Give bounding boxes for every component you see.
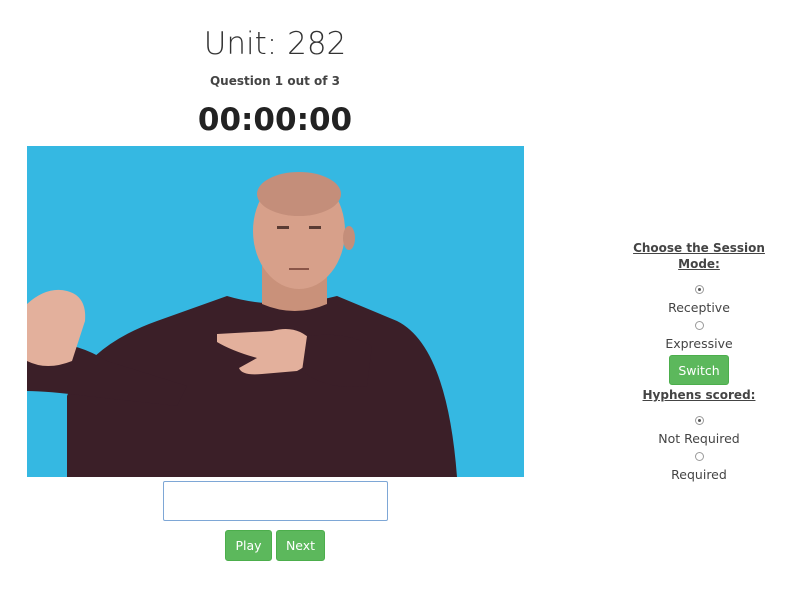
required-label: Required — [671, 467, 727, 482]
settings-panel: Choose the Session Mode: Receptive Expre… — [618, 240, 780, 483]
not-required-label: Not Required — [658, 431, 740, 446]
play-button[interactable]: Play — [225, 530, 272, 561]
sign-language-video[interactable] — [27, 146, 524, 477]
unit-title: Unit: 282 — [203, 26, 347, 62]
session-mode-heading: Choose the Session Mode: — [633, 241, 765, 271]
video-frame — [27, 146, 524, 477]
not-required-radio[interactable] — [694, 416, 704, 425]
expressive-radio[interactable] — [694, 321, 704, 330]
answer-input[interactable] — [163, 481, 388, 521]
question-progress: Question 1 out of 3 — [209, 74, 341, 88]
receptive-label: Receptive — [668, 300, 730, 315]
required-radio[interactable] — [694, 452, 704, 461]
hyphens-heading: Hyphens scored: — [642, 388, 756, 402]
receptive-radio[interactable] — [694, 285, 704, 294]
next-button[interactable]: Next — [276, 530, 325, 561]
timer: 00:00:00 — [197, 102, 353, 138]
switch-button[interactable]: Switch — [669, 355, 729, 385]
expressive-label: Expressive — [665, 336, 733, 351]
